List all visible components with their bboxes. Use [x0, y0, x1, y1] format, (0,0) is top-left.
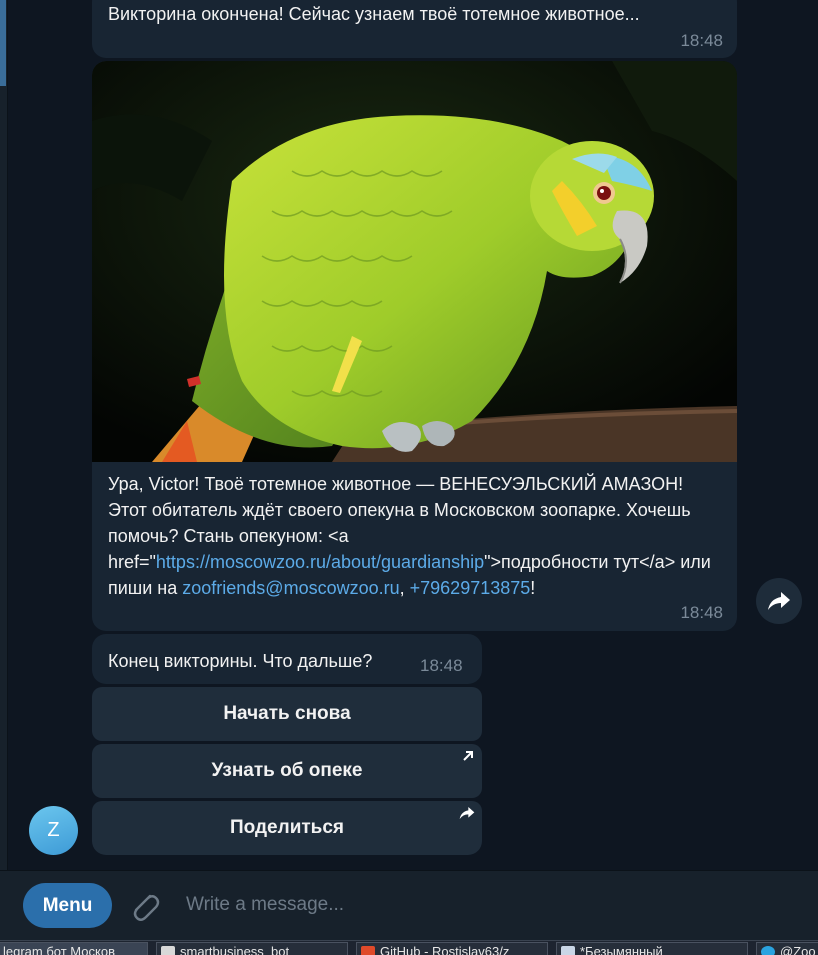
guardianship-link[interactable]: https://moscowzoo.ru/about/guardianship [156, 552, 484, 572]
taskbar-item[interactable]: *Безымянный [556, 942, 748, 955]
os-taskbar: legram бот Москов smartbusiness_bot GitH… [0, 940, 818, 955]
message-text: Викторина окончена! Сейчас узнаем твоё т… [108, 4, 640, 24]
taskbar-item[interactable]: @Zoo [756, 942, 818, 955]
avatar-letter: Z [47, 819, 60, 841]
message-bubble: Конец викторины. Что дальше? 18:48 [92, 634, 482, 684]
paperclip-icon[interactable] [128, 888, 162, 924]
scroll-indicator [0, 0, 6, 86]
message-time: 18:48 [680, 603, 723, 622]
restart-button[interactable]: Начать снова [92, 687, 482, 741]
guardianship-info-button[interactable]: Узнать об опеке [92, 744, 482, 798]
taskbar-label: smartbusiness_bot [180, 944, 290, 955]
button-label: Поделиться [229, 817, 345, 838]
paint-icon [561, 946, 575, 955]
parrot-photo[interactable] [92, 61, 737, 462]
share-arrow-icon [459, 807, 475, 819]
taskbar-item[interactable]: GitHub - Rostislav63/z [356, 942, 548, 955]
message-text: Конец викторины. Что дальше? [108, 651, 373, 671]
open-link-arrow-icon [463, 751, 473, 761]
message-composer: Menu [0, 870, 818, 940]
browser-icon [361, 946, 375, 955]
message-time: 18:48 [420, 656, 463, 675]
bot-avatar[interactable]: Z [29, 806, 78, 855]
taskbar-label: @Zoo [780, 944, 816, 955]
message-text: Ура, Victor! Твоё тотемное животное — ВЕ… [108, 471, 718, 601]
email-link[interactable]: zoofriends@moscowzoo.ru [182, 578, 399, 598]
tail-text: ! [530, 578, 536, 598]
taskbar-label: legram бот Москов [3, 944, 115, 955]
phone-link[interactable]: +79629713875 [410, 578, 531, 598]
photo-message-bubble: Ура, Victor! Твоё тотемное животное — ВЕ… [92, 61, 737, 631]
taskbar-item[interactable]: smartbusiness_bot [156, 942, 348, 955]
message-time: 18:48 [680, 31, 723, 50]
separator-text: , [399, 578, 410, 598]
telegram-icon [761, 946, 775, 955]
menu-button[interactable]: Menu [23, 883, 112, 928]
message-input[interactable] [186, 891, 786, 919]
menu-label: Menu [42, 894, 93, 916]
chat-list-edge [0, 0, 8, 870]
button-label: Узнать об опеке [211, 760, 363, 781]
button-label: Начать снова [223, 703, 351, 724]
folder-icon [161, 946, 175, 955]
forward-button[interactable] [756, 578, 802, 624]
forward-arrow-icon [768, 592, 790, 610]
message-bubble: Викторина окончена! Сейчас узнаем твоё т… [92, 0, 737, 58]
taskbar-item[interactable]: legram бот Москов [0, 942, 148, 955]
share-button[interactable]: Поделиться [92, 801, 482, 855]
taskbar-label: *Безымянный [580, 944, 663, 955]
taskbar-label: GitHub - Rostislav63/z [380, 944, 510, 955]
